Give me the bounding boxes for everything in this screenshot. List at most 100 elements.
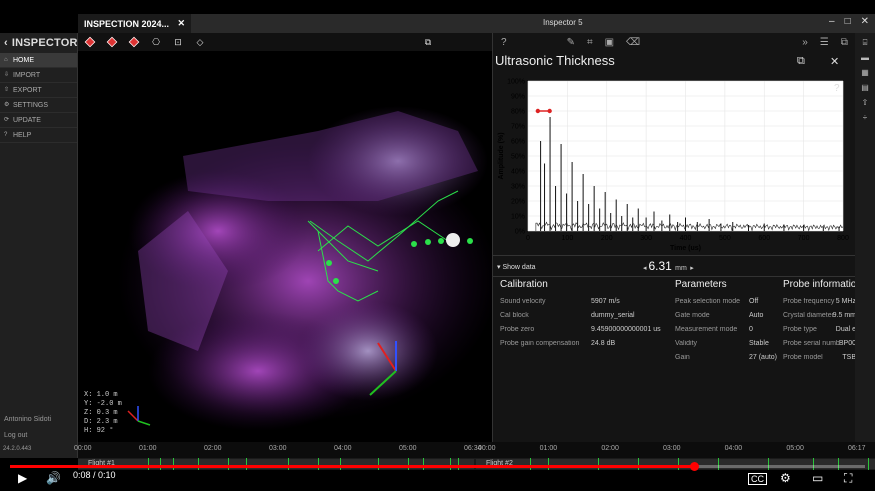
show-data-label: Show data	[502, 264, 536, 271]
document-icon[interactable]: ▤	[859, 83, 871, 93]
video-progress[interactable]	[10, 462, 865, 471]
row-key: Probe gain compensation	[500, 339, 580, 347]
show-data-toggle[interactable]: ▾ Show data	[497, 263, 536, 271]
coord-y: Y: -2.0 m	[84, 400, 122, 408]
sidebar-item-settings[interactable]: ⚙ SETTINGS	[0, 98, 77, 113]
x-tick-label: 200	[601, 235, 613, 242]
image-icon[interactable]: ▦	[859, 68, 871, 78]
timeline-tick: 02:00	[601, 445, 619, 452]
row-value: Stable	[749, 339, 769, 347]
box-icon[interactable]: ◇	[194, 36, 206, 48]
x-axis-label: Time (us)	[670, 245, 701, 252]
timeline-tick: 02:00	[204, 445, 222, 452]
export-icon: ⇧	[4, 87, 10, 93]
row-value: 5907 m/s	[591, 297, 620, 305]
close-icon[interactable]: ✕	[177, 18, 185, 29]
divider	[493, 255, 856, 256]
y-tick-label: 20%	[511, 199, 525, 206]
row-key: Probe model	[783, 353, 823, 361]
close-window-icon[interactable]: ✕	[861, 16, 869, 27]
sidebar-item-label: SETTINGS	[13, 101, 49, 109]
sliders-icon[interactable]: ☰	[820, 37, 829, 48]
help-icon: ?	[4, 132, 8, 138]
mini-axis-gizmo	[127, 406, 151, 426]
view-cube-front-icon[interactable]	[106, 36, 118, 48]
coord-z: Z: 0.3 m	[84, 409, 118, 417]
x-tick-label: 100	[562, 235, 574, 242]
panel-title: Ultrasonic Thickness	[495, 53, 615, 68]
thickness-value: 6.31	[648, 259, 672, 273]
y-tick-label: 80%	[511, 109, 525, 116]
logout-link[interactable]: Log out	[4, 432, 27, 439]
trash-icon[interactable]: ⌫	[626, 37, 640, 48]
row-key: Probe frequency	[783, 297, 835, 305]
top-strip	[0, 0, 875, 14]
settings-icon[interactable]: ⚙	[780, 471, 791, 485]
window-controls: – □ ✕	[829, 16, 869, 27]
crop-icon[interactable]: ⌗	[587, 37, 593, 48]
popout-icon[interactable]: ⧉	[841, 37, 848, 48]
minimize-icon[interactable]: –	[829, 16, 835, 27]
volume-icon[interactable]: 🔊	[46, 471, 61, 485]
thickness-unit: mm	[675, 265, 687, 272]
upload-icon[interactable]: ⇧	[859, 98, 871, 108]
coordinates-readout: X: 1.0 m Y: -2.0 m Z: 0.3 m D: 2.3 m H: …	[84, 391, 122, 436]
chevrons-right-icon[interactable]: »	[802, 37, 808, 48]
timeline-tick: 00:00	[478, 445, 496, 452]
row-value: 27 (auto)	[749, 353, 778, 361]
save-icon[interactable]: ▣	[605, 37, 614, 48]
play-icon[interactable]: ▶	[18, 471, 27, 485]
section-title: Probe information	[783, 279, 856, 290]
sidebar-item-import[interactable]: ⇩ IMPORT	[0, 68, 77, 83]
focus-icon[interactable]: ⊡	[172, 36, 184, 48]
data-row: Crystal diameter 9.5 mm	[783, 308, 856, 322]
sidebar-item-help[interactable]: ? HELP	[0, 128, 77, 143]
maximize-icon[interactable]: □	[845, 16, 851, 27]
brand-title: INSPECTOR	[11, 37, 78, 49]
data-row: Measurement mode 0	[675, 322, 783, 336]
data-row: Cal block dummy_serial	[500, 308, 675, 322]
view-cube-side-icon[interactable]	[128, 36, 140, 48]
close-panel-icon[interactable]: ✕	[830, 55, 839, 68]
y-tick-label: 70%	[511, 124, 525, 131]
parameters-section: Parameters Peak selection mode Off Gate mo…	[675, 279, 783, 364]
row-value: Auto	[749, 311, 764, 319]
update-icon: ⟳	[4, 117, 10, 123]
captions-icon[interactable]: CC	[748, 473, 767, 485]
y-tick-label: 10%	[511, 214, 525, 221]
timeline[interactable]: 00:00 01:00 02:00 03:00 04:00 05:00 06:34 00:00…	[74, 442, 875, 458]
thickness-readout: ◂ 6.31 mm ▸	[643, 259, 694, 273]
view-cube-icon[interactable]	[84, 36, 96, 48]
progress-handle[interactable]	[690, 462, 699, 471]
popout-panel-icon[interactable]: ⧉	[797, 55, 805, 68]
ultrasonic-panel: ? ✎ ⌗ ▣ ⌫ » ☰ ⧉ Ultrasonic Thickness ⧉ ✕…	[492, 33, 856, 442]
row-value: 9.45900000000001 us	[591, 325, 661, 333]
drone-icon[interactable]	[446, 233, 460, 247]
sidebar-item-export[interactable]: ⇧ EXPORT	[0, 83, 77, 98]
folder-icon[interactable]: ▬	[859, 53, 871, 63]
sidebar-item-update[interactable]: ⟳ UPDATE	[0, 113, 77, 128]
sidebar: ‹ INSPECTOR ⌂ HOME ⇩ IMPORT ⇧ EXPORT ⚙ SETTI…	[0, 33, 78, 458]
sidebar-item-home[interactable]: ⌂ HOME	[0, 53, 77, 68]
chart-icon[interactable]: ⌸	[859, 38, 871, 48]
fullscreen-icon[interactable]: ⛶	[844, 471, 852, 486]
text-tool-icon[interactable]: ⎔	[150, 36, 162, 48]
y-tick-label: 60%	[511, 139, 525, 146]
pencil-icon[interactable]: ✎	[567, 37, 575, 48]
next-icon[interactable]: ▸	[690, 265, 694, 272]
progress-fill	[10, 465, 694, 468]
row-value: TSB	[842, 353, 856, 361]
import-icon: ⇩	[4, 72, 10, 78]
tab-inspection[interactable]: INSPECTION 2024... ✕	[78, 14, 191, 33]
chart-help-icon[interactable]: ?	[834, 83, 840, 94]
miniplayer-icon[interactable]: ▭	[812, 471, 823, 485]
layout-icon[interactable]: ⧉	[422, 36, 434, 48]
chevron-left-icon[interactable]: ‹	[4, 37, 8, 49]
video-time: 0:08 / 0:10	[73, 470, 116, 480]
3d-viewport[interactable]: X: 1.0 m Y: -2.0 m Z: 0.3 m D: 2.3 m H: …	[78, 51, 492, 442]
data-row: Sound velocity 5907 m/s	[500, 294, 675, 308]
split-icon[interactable]: ÷	[859, 113, 871, 123]
app-window: INSPECTION 2024... ✕ Inspector 5 – □ ✕ ‹…	[0, 0, 875, 491]
timeline-tick: 03:00	[663, 445, 681, 452]
question-icon[interactable]: ?	[501, 37, 507, 48]
